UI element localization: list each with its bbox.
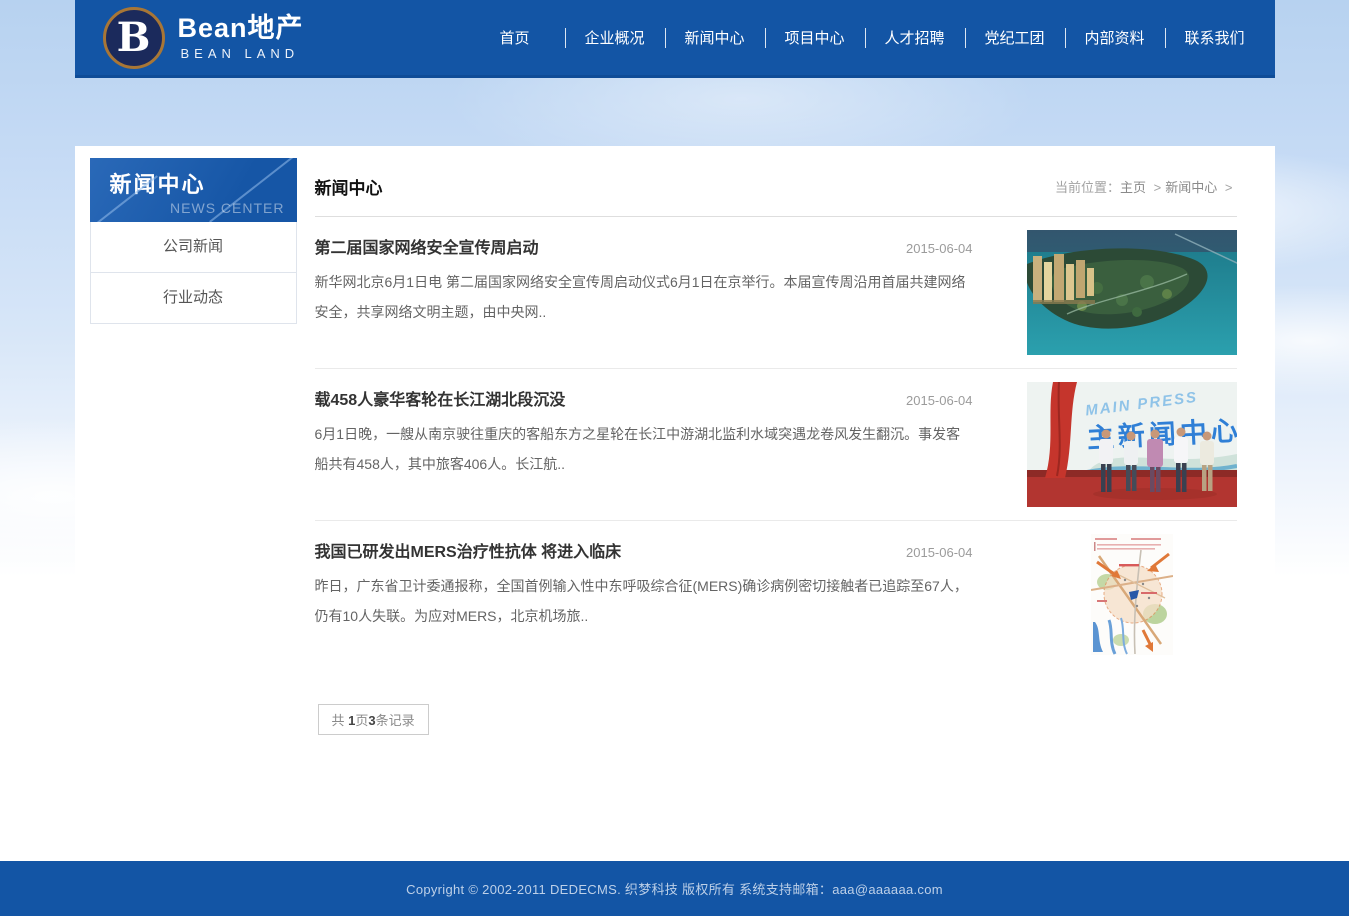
sidebar-item-company-news[interactable]: 公司新闻 [90,222,297,273]
copyright-text: Copyright © 2002-2011 DEDECMS. 织梦科技 版权所有… [406,879,943,898]
breadcrumb-separator: > [1225,180,1233,195]
site-footer: Copyright © 2002-2011 DEDECMS. 织梦科技 版权所有… [0,861,1349,916]
nav-link-company[interactable]: 企业概况 [584,30,644,47]
sidebar-menu: 公司新闻 行业动态 [90,222,297,324]
breadcrumb-home-link[interactable]: 主页 [1120,180,1146,195]
news-content: 新闻中心 当前位置：主页 >新闻中心 > 第二届国家网络安全宣传周启动 2015… [315,158,1237,735]
sidebar-subtitle: NEWS CENTER [110,200,285,216]
sidebar-item-industry-news[interactable]: 行业动态 [90,273,297,324]
news-item: 我国已研发出MERS治疗性抗体 将进入临床 2015-06-04 昨日，广东省卫… [315,521,1237,672]
news-date: 2015-06-04 [906,241,973,256]
press-conference-image: MAIN PRESS 主新闻中心 [1027,382,1237,507]
nav-item-news[interactable]: 新闻中心 [665,27,765,48]
news-excerpt: 6月1日晚，一艘从南京驶往重庆的客船东方之星轮在长江中游湖北监利水域突遇龙卷风发… [315,419,973,479]
nav-link-contact[interactable]: 联系我们 [1184,30,1244,47]
aerial-development-image [1027,230,1237,355]
sidebar-header: 新闻中心 NEWS CENTER [90,158,297,222]
nav-link-recruit[interactable]: 人才招聘 [884,30,944,47]
logo-circle-icon: B [103,7,165,69]
pagination-page-label: 页 [355,713,368,728]
city-map-image [1091,534,1173,655]
nav-item-recruit[interactable]: 人才招聘 [865,27,965,48]
site-logo[interactable]: B Bean地产 BEAN LAND [75,7,304,69]
news-thumbnail-city-map[interactable] [1027,534,1237,659]
news-excerpt: 新华网北京6月1日电 第二届国家网络安全宣传周启动仪式6月1日在京举行。本届宣传… [315,267,973,327]
pagination-prefix: 共 [332,713,349,728]
news-excerpt: 昨日，广东省卫计委通报称，全国首例输入性中东呼吸综合征(MERS)确诊病例密切接… [315,571,973,631]
news-item: 第二届国家网络安全宣传周启动 2015-06-04 新华网北京6月1日电 第二届… [315,217,1237,369]
brand-subtitle: BEAN LAND [178,46,304,61]
breadcrumb-separator: > [1154,180,1162,195]
nav-link-home[interactable]: 首页 [499,30,529,47]
news-text-block: 我国已研发出MERS治疗性抗体 将进入临床 2015-06-04 昨日，广东省卫… [315,534,973,659]
breadcrumb-prefix: 当前位置： [1055,180,1120,195]
nav-item-company[interactable]: 企业概况 [565,27,665,48]
news-text-block: 第二届国家网络安全宣传周启动 2015-06-04 新华网北京6月1日电 第二届… [315,230,973,355]
brand-text: Bean地产 BEAN LAND [178,14,304,62]
sidebar: 新闻中心 NEWS CENTER 公司新闻 行业动态 [90,158,297,324]
pagination-record-label: 条记录 [376,713,415,728]
site-header: B Bean地产 BEAN LAND 首页 企业概况 新闻中心 项目中心 人才招… [75,0,1275,78]
nav-link-projects[interactable]: 项目中心 [784,30,844,47]
breadcrumb: 当前位置：主页 >新闻中心 > [1055,177,1236,196]
news-date: 2015-06-04 [906,393,973,408]
nav-link-party[interactable]: 党纪工团 [984,30,1044,47]
news-title-link[interactable]: 载458人豪华客轮在长江湖北段沉没 [315,386,566,410]
nav-item-contact[interactable]: 联系我们 [1165,27,1265,48]
pagination-summary: 共 1页3条记录 [318,704,429,735]
news-thumbnail-press-conference[interactable]: MAIN PRESS 主新闻中心 [1027,382,1237,507]
main-container: 新闻中心 NEWS CENTER 公司新闻 行业动态 新闻中心 当前位置：主页 … [75,146,1275,846]
news-title-link[interactable]: 第二届国家网络安全宣传周启动 [315,234,539,258]
content-header: 新闻中心 当前位置：主页 >新闻中心 > [315,158,1237,217]
nav-link-internal[interactable]: 内部资料 [1084,30,1144,47]
nav-item-internal[interactable]: 内部资料 [1065,27,1165,48]
breadcrumb-current-link[interactable]: 新闻中心 [1165,180,1217,195]
nav-item-home[interactable]: 首页 [465,27,565,48]
nav-link-news[interactable]: 新闻中心 [684,30,744,47]
page-title: 新闻中心 [315,174,383,199]
logo-letter: B [117,18,151,58]
nav-item-party[interactable]: 党纪工团 [965,27,1065,48]
news-title-link[interactable]: 我国已研发出MERS治疗性抗体 将进入临床 [315,538,622,562]
brand-name: Bean地产 [178,14,304,44]
pagination-record-count: 3 [368,713,375,728]
news-item: 载458人豪华客轮在长江湖北段沉没 2015-06-04 6月1日晚，一艘从南京… [315,369,1237,521]
nav-item-projects[interactable]: 项目中心 [765,27,865,48]
news-thumbnail-aerial-rendering[interactable] [1027,230,1237,355]
news-text-block: 载458人豪华客轮在长江湖北段沉没 2015-06-04 6月1日晚，一艘从南京… [315,382,973,507]
news-date: 2015-06-04 [906,545,973,560]
main-nav: 首页 企业概况 新闻中心 项目中心 人才招聘 党纪工团 内部资料 联系我们 [465,27,1265,48]
